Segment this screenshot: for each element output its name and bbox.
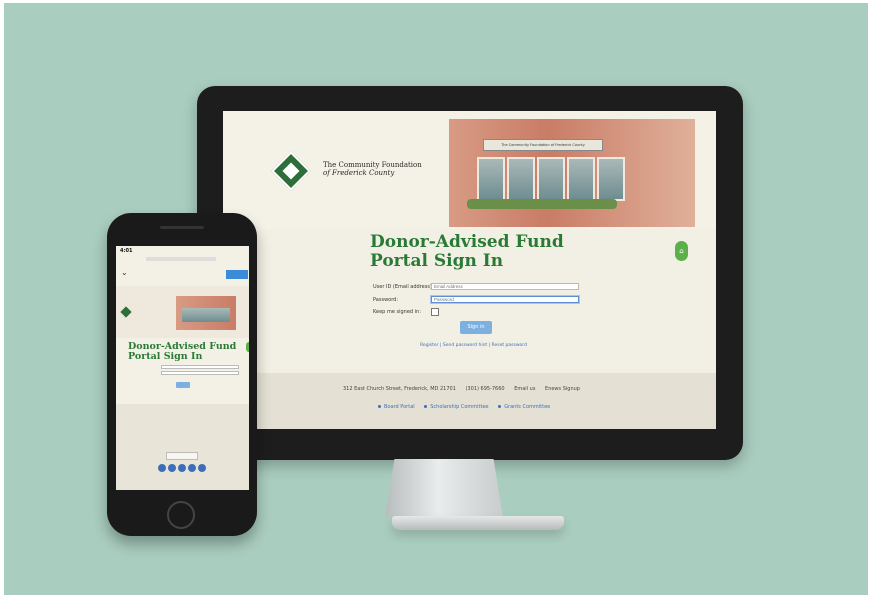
phone-home-button[interactable]: [167, 501, 195, 529]
social-icon[interactable]: [178, 464, 186, 472]
phone-building-photo: [176, 296, 236, 330]
feedback-tab-icon[interactable]: ⌂: [675, 241, 688, 261]
phone-sign-in-button[interactable]: [176, 382, 190, 388]
footer-email-link[interactable]: Email us: [514, 386, 535, 392]
keep-signed-in-label: Keep me signed in:: [373, 309, 421, 315]
user-id-label: User ID (Email address):: [373, 284, 434, 290]
footer-contact-line: 312 East Church Street, Frederick, MD 21…: [343, 386, 588, 392]
password-field[interactable]: [431, 296, 579, 303]
logo-line-2: of Frederick County: [323, 169, 395, 177]
footer-address: 312 East Church Street, Frederick, MD 21…: [343, 386, 456, 392]
phone-speaker: [160, 226, 204, 229]
phone-feedback-tab[interactable]: [246, 342, 249, 352]
logo-line-1: The Community Foundation: [323, 161, 422, 169]
footer-grants-link[interactable]: Grants Committee: [498, 404, 550, 410]
phone-footer: [116, 404, 249, 490]
foundation-logo-text[interactable]: The Community Foundation of Frederick Co…: [323, 161, 453, 177]
site-header: The Community Foundation of Frederick Co…: [223, 111, 716, 229]
social-icon[interactable]: [188, 464, 196, 472]
phone-password-field[interactable]: [161, 371, 239, 375]
foundation-logo-icon[interactable]: [271, 151, 311, 191]
phone-title-line-2: Portal Sign In: [128, 351, 203, 362]
desktop-monitor: The Community Foundation of Frederick Co…: [197, 86, 743, 460]
page-title: Donor-Advised Fund Portal Sign In: [370, 233, 564, 271]
building-sign: The Community Foundation of Frederick Co…: [483, 139, 603, 151]
keep-signed-in-checkbox[interactable]: [431, 308, 439, 316]
phone-status-time: 4:01: [120, 248, 133, 254]
footer-phone[interactable]: (301) 695-7660: [465, 386, 504, 392]
phone-menu-button[interactable]: [226, 270, 248, 279]
bullet-icon: [378, 405, 381, 408]
footer-portal-links: Board Portal Scholarship Committee Grant…: [378, 404, 558, 410]
site-footer: 312 East Church Street, Frederick, MD 21…: [223, 373, 716, 429]
bullet-icon: [424, 405, 428, 408]
social-icon[interactable]: [168, 464, 176, 472]
password-label: Password:: [373, 297, 399, 303]
desktop-screen: The Community Foundation of Frederick Co…: [223, 111, 716, 429]
monitor-base: [392, 516, 564, 530]
building-window: [597, 157, 625, 201]
footer-board-link[interactable]: Board Portal: [378, 404, 415, 410]
account-links[interactable]: Register | Send password hint | Reset pa…: [420, 343, 527, 348]
mockup-scene: The Community Foundation of Frederick Co…: [4, 3, 868, 595]
mobile-phone: 4:01 ⌄ Donor-Advised Fund Portal Sign In: [107, 213, 257, 536]
foundation-logo-icon[interactable]: [120, 306, 132, 318]
phone-page-title: Donor-Advised Fund Portal Sign In: [128, 342, 236, 362]
phone-url-bar[interactable]: [146, 257, 216, 261]
social-icon[interactable]: [198, 464, 206, 472]
footer-enews-link[interactable]: Enews Signup: [545, 386, 580, 392]
page-title-line-1: Donor-Advised Fund: [370, 232, 564, 252]
bullet-icon: [498, 405, 502, 408]
phone-email-field[interactable]: [161, 365, 239, 369]
building-window: [477, 157, 505, 201]
chevron-down-icon[interactable]: ⌄: [121, 268, 128, 277]
sign-in-button[interactable]: Sign in: [460, 321, 492, 334]
phone-header: [116, 286, 249, 338]
email-field[interactable]: [431, 283, 579, 290]
phone-screen: 4:01 ⌄ Donor-Advised Fund Portal Sign In: [116, 246, 249, 490]
building-shrubs: [467, 199, 617, 209]
phone-footer-pill[interactable]: [166, 452, 198, 460]
monitor-stand: [385, 459, 503, 517]
header-building-photo: The Community Foundation of Frederick Co…: [449, 119, 695, 227]
building-window: [567, 157, 595, 201]
social-icon[interactable]: [158, 464, 166, 472]
building-window: [537, 157, 565, 201]
building-window: [507, 157, 535, 201]
page-title-line-2: Portal Sign In: [370, 251, 504, 271]
footer-scholarship-link[interactable]: Scholarship Committee: [424, 404, 489, 410]
